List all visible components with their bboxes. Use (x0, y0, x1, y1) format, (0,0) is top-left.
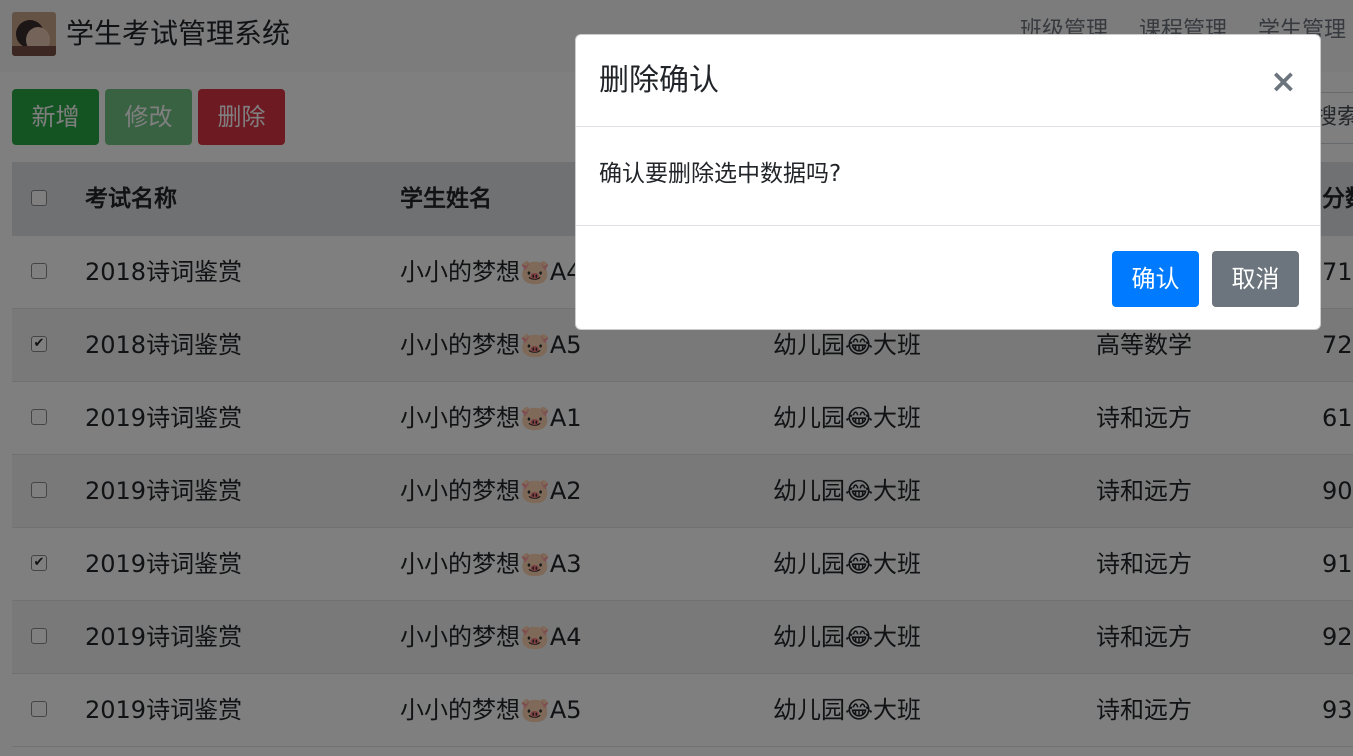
cancel-button[interactable]: 取消 (1212, 251, 1299, 307)
modal-title: 删除确认 (599, 63, 719, 98)
modal-body: 确认要删除选中数据吗? (576, 127, 1320, 226)
modal-header: 删除确认 × (576, 35, 1320, 127)
modal-message: 确认要删除选中数据吗? (599, 161, 842, 187)
confirm-button[interactable]: 确认 (1112, 251, 1199, 307)
close-icon[interactable]: × (1270, 63, 1297, 99)
delete-confirm-modal: 删除确认 × 确认要删除选中数据吗? 确认 取消 (575, 34, 1321, 330)
